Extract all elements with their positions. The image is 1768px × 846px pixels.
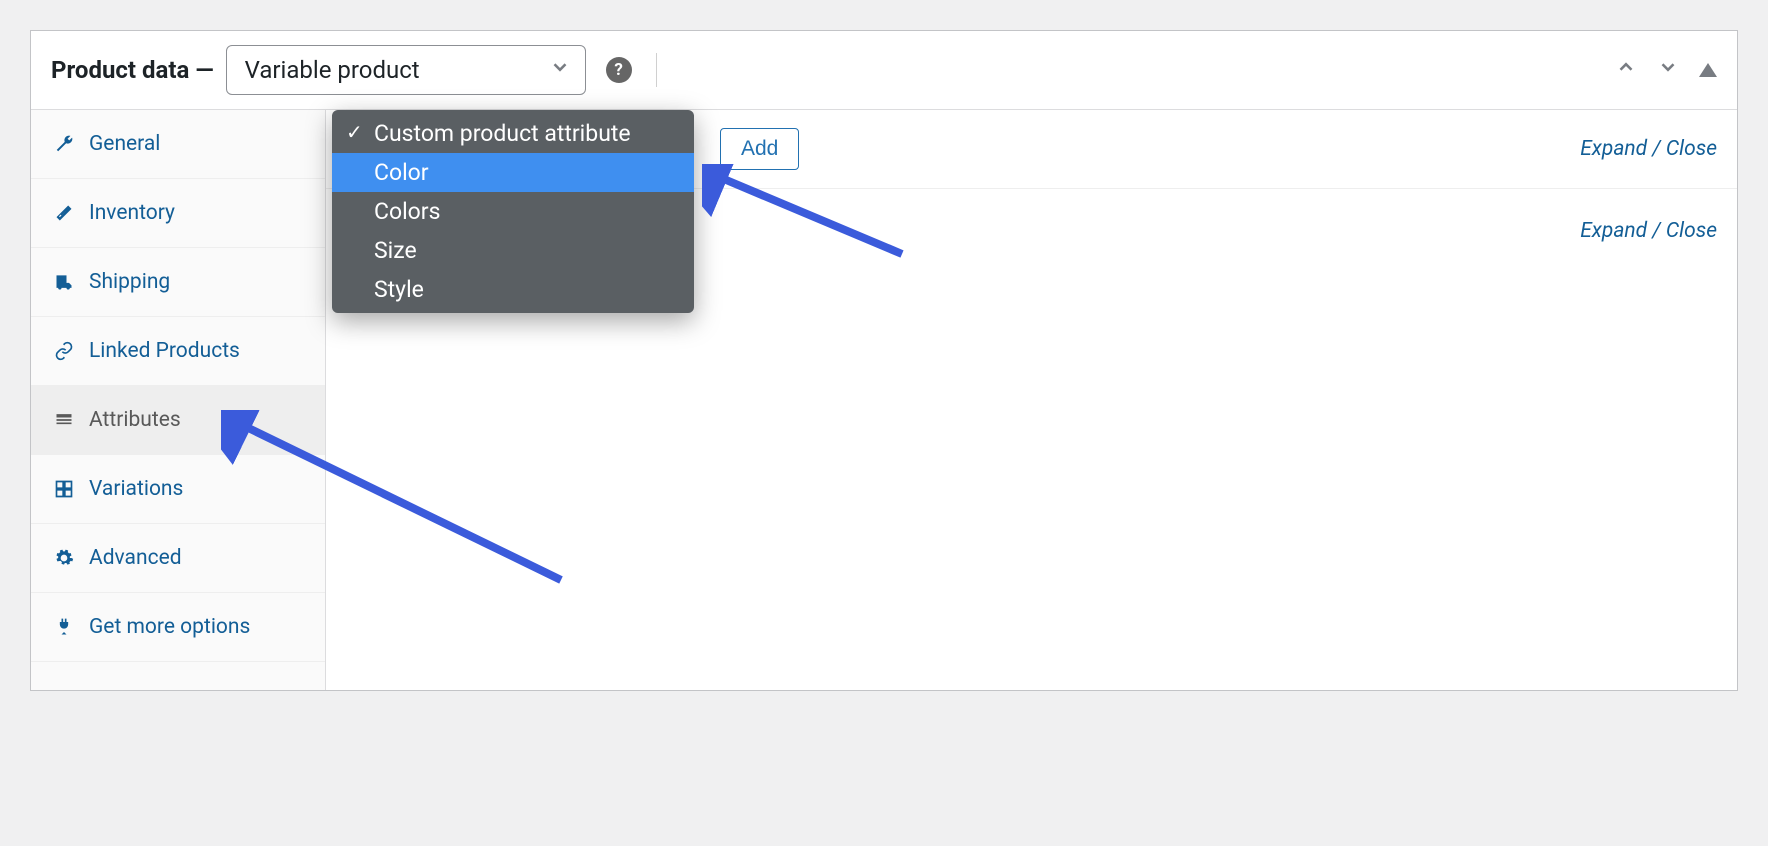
- plug-icon: [53, 617, 75, 637]
- dropdown-item-label: Style: [374, 276, 424, 303]
- gear-icon: [53, 548, 75, 568]
- dropdown-item-colors[interactable]: Colors: [332, 192, 694, 231]
- product-type-select[interactable]: Variable product: [226, 45, 586, 95]
- product-type-value: Variable product: [245, 56, 420, 84]
- sidebar: General Inventory Shipping Linked Produc…: [31, 110, 326, 690]
- panel-header-controls: [1615, 56, 1717, 84]
- expand-close-link[interactable]: Expand / Close: [1580, 137, 1717, 161]
- collapse-icon[interactable]: [1699, 63, 1717, 77]
- expand-close-link-2[interactable]: Expand / Close: [1580, 219, 1717, 243]
- content-area: Add Expand / Close Expand / Close Custom…: [326, 110, 1737, 690]
- dropdown-item-size[interactable]: Size: [332, 231, 694, 270]
- sidebar-item-inventory[interactable]: Inventory: [31, 179, 325, 248]
- list-icon: [53, 410, 75, 430]
- dropdown-item-label: Colors: [374, 198, 440, 225]
- dropdown-item-style[interactable]: Style: [332, 270, 694, 309]
- grid-icon: [53, 479, 75, 499]
- sidebar-item-general[interactable]: General: [31, 110, 325, 179]
- sidebar-item-label: Advanced: [89, 546, 182, 570]
- help-icon[interactable]: ?: [606, 57, 632, 83]
- chevron-down-icon[interactable]: [1657, 56, 1679, 84]
- dropdown-item-custom[interactable]: Custom product attribute: [332, 114, 694, 153]
- sidebar-item-get-more[interactable]: Get more options: [31, 593, 325, 662]
- panel-title: Product data: [51, 56, 189, 84]
- truck-icon: [53, 272, 75, 292]
- sidebar-item-linked-products[interactable]: Linked Products: [31, 317, 325, 386]
- sidebar-item-label: Linked Products: [89, 339, 240, 363]
- sidebar-item-label: General: [89, 132, 160, 156]
- sidebar-item-label: Inventory: [89, 201, 175, 225]
- attribute-dropdown[interactable]: Custom product attribute Color Colors Si…: [332, 110, 694, 313]
- sidebar-item-label: Get more options: [89, 615, 250, 639]
- chevron-up-icon[interactable]: [1615, 56, 1637, 84]
- dropdown-item-label: Size: [374, 237, 417, 264]
- sidebar-item-label: Attributes: [89, 408, 181, 432]
- panel-header: Product data — Variable product ?: [31, 31, 1737, 110]
- title-dash: —: [195, 56, 213, 84]
- annotation-arrow-2: [221, 410, 581, 600]
- dropdown-item-label: Custom product attribute: [374, 120, 631, 147]
- dropdown-item-color[interactable]: Color: [332, 153, 694, 192]
- link-icon: [53, 341, 75, 361]
- sidebar-item-shipping[interactable]: Shipping: [31, 248, 325, 317]
- dropdown-item-label: Color: [374, 159, 429, 186]
- panel-body: General Inventory Shipping Linked Produc…: [31, 110, 1737, 690]
- ruler-icon: [53, 203, 75, 223]
- sidebar-item-label: Shipping: [89, 270, 170, 294]
- product-data-panel: Product data — Variable product ?: [30, 30, 1738, 691]
- annotation-arrow-1: [702, 164, 922, 274]
- divider: [656, 53, 657, 87]
- wrench-icon: [53, 134, 75, 154]
- chevron-down-icon: [549, 56, 571, 84]
- sidebar-item-label: Variations: [89, 477, 183, 501]
